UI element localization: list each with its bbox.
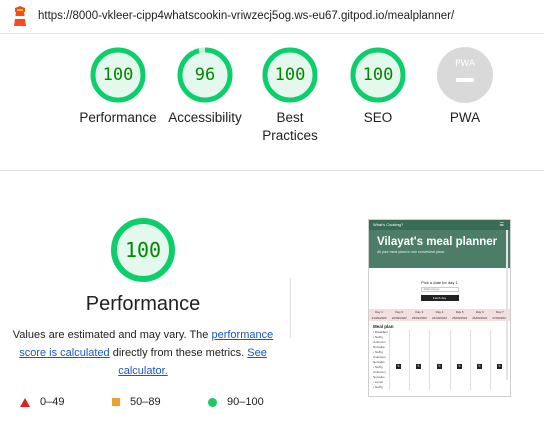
legend-average: 50–89 xyxy=(112,396,161,408)
thumb-column-line xyxy=(389,330,390,390)
performance-description: Values are estimated and may vary. The p… xyxy=(12,326,274,380)
gauge-score: 100 xyxy=(274,65,306,85)
gauge-score: 100 xyxy=(362,65,394,85)
gauge-label: PWA xyxy=(425,109,505,127)
thumb-edit-icon: ✎ xyxy=(416,364,421,369)
thumb-brand: What's Cooking? xyxy=(373,222,404,227)
thumb-navbar: What's Cooking? ☰ xyxy=(369,220,510,230)
thumb-edit-icon: ✎ xyxy=(497,364,502,369)
thumb-edit-icon: ✎ xyxy=(437,364,442,369)
legend-average-range: 50–89 xyxy=(130,396,161,408)
thumb-meal-grid: • Breakfast • No/fig Unknown No/value • No… xyxy=(369,330,510,390)
circle-icon xyxy=(208,397,217,407)
lighthouse-icon xyxy=(14,6,26,26)
gauge-label: SEO xyxy=(338,109,418,127)
thumb-date-cell: 23/09/2022 xyxy=(409,315,430,321)
thumb-date-input: dd/mm/yyyy xyxy=(420,287,459,292)
gauge-label-line: SEO xyxy=(363,110,393,125)
gauge-label-line: Best xyxy=(276,110,304,125)
thumb-meal-item: • No/fig xyxy=(373,385,383,389)
thumb-scrollbar xyxy=(506,230,508,380)
thumb-column-line xyxy=(409,330,410,390)
gauge-best-practices[interactable]: 100 Best Practices xyxy=(250,46,330,145)
desc-text-1: Values are estimated and may vary. The xyxy=(12,329,212,341)
thumb-column-line xyxy=(450,330,451,390)
gauge-pwa[interactable]: PWA PWA xyxy=(425,46,505,127)
thumb-table: Day 1 Day 2 Day 3 Day 4 Day 5 Day 6 Day 7 21/0… xyxy=(369,309,510,321)
performance-title: Performance xyxy=(85,293,201,315)
thumb-date-cell: 26/09/2022 xyxy=(469,315,490,321)
thumb-dates-row: 21/09/2022 22/09/2022 23/09/2022 24/09/2022… xyxy=(369,315,510,321)
thumb-date-cell: 25/09/2022 xyxy=(449,315,470,321)
gauge-ring: 100 xyxy=(349,46,407,104)
gauge-label-line: Performance xyxy=(79,110,157,125)
thumb-meal-plan-label: Meal plan xyxy=(373,324,394,329)
gauge-label-line: Practices xyxy=(262,128,318,143)
legend-fail: 0–49 xyxy=(20,396,64,408)
legend-fail-range: 0–49 xyxy=(40,396,65,408)
pwa-badge-text: PWA xyxy=(455,59,475,69)
vertical-divider xyxy=(290,278,291,338)
gauge-seo[interactable]: 100 SEO xyxy=(338,46,418,127)
gauge-label-line: PWA xyxy=(449,110,481,125)
thumb-hero: Vilayat's meal planner All your meal pla… xyxy=(369,230,510,268)
thumb-fetch-button: Fetch day xyxy=(420,295,459,301)
menu-icon: ☰ xyxy=(499,222,504,228)
gauge-label: Accessibility xyxy=(165,109,245,127)
section-divider xyxy=(0,170,544,171)
thumb-date-cell: 22/09/2022 xyxy=(389,315,410,321)
gauge-label-line: Accessibility xyxy=(168,110,242,125)
thumb-date-cell: 24/09/2022 xyxy=(429,315,450,321)
gauge-score: 96 xyxy=(194,65,216,85)
thumb-meal-list: • Breakfast • No/fig Unknown No/value • No… xyxy=(373,330,388,390)
gauge-ring: 100 xyxy=(89,46,147,104)
gauge-ring: 96 xyxy=(176,46,234,104)
report-header: https://8000-vkleer-cipp4whatscookin-vri… xyxy=(0,0,544,34)
gauge-label: Best Practices xyxy=(250,109,330,145)
thumb-edit-icon: ✎ xyxy=(457,364,462,369)
thumb-column-line xyxy=(429,330,430,390)
thumb-date-cell: 21/09/2022 xyxy=(369,315,390,321)
gauge-ring: 100 xyxy=(261,46,319,104)
final-screenshot-thumbnail[interactable]: What's Cooking? ☰ Vilayat's meal planner… xyxy=(368,219,511,397)
page-url[interactable]: https://8000-vkleer-cipp4whatscookin-vri… xyxy=(38,10,454,22)
triangle-icon xyxy=(20,397,30,407)
legend-pass: 90–100 xyxy=(208,396,264,408)
legend-pass-range: 90–100 xyxy=(227,396,264,408)
performance-gauge-large: 100 xyxy=(108,217,178,283)
performance-score-large: 100 xyxy=(124,238,162,262)
thumb-column-line xyxy=(470,330,471,390)
thumb-pick-text: Pick a date for day 1 xyxy=(421,280,458,285)
gauge-score: 100 xyxy=(102,65,134,85)
gauge-ring: PWA xyxy=(436,46,494,104)
thumb-edit-icon: ✎ xyxy=(396,364,401,369)
thumb-edit-icon: ✎ xyxy=(477,364,482,369)
thumb-column-line xyxy=(490,330,491,390)
desc-text-2: directly from these metrics. xyxy=(109,347,248,359)
square-icon xyxy=(112,398,120,406)
thumb-hero-subtitle: All your meal plans in one convenient pl… xyxy=(377,250,446,254)
gauge-performance[interactable]: 100 Performance xyxy=(78,46,158,127)
thumb-hero-title: Vilayat's meal planner xyxy=(377,236,498,248)
gauge-label: Performance xyxy=(78,109,158,127)
gauge-accessibility[interactable]: 96 Accessibility xyxy=(165,46,245,127)
